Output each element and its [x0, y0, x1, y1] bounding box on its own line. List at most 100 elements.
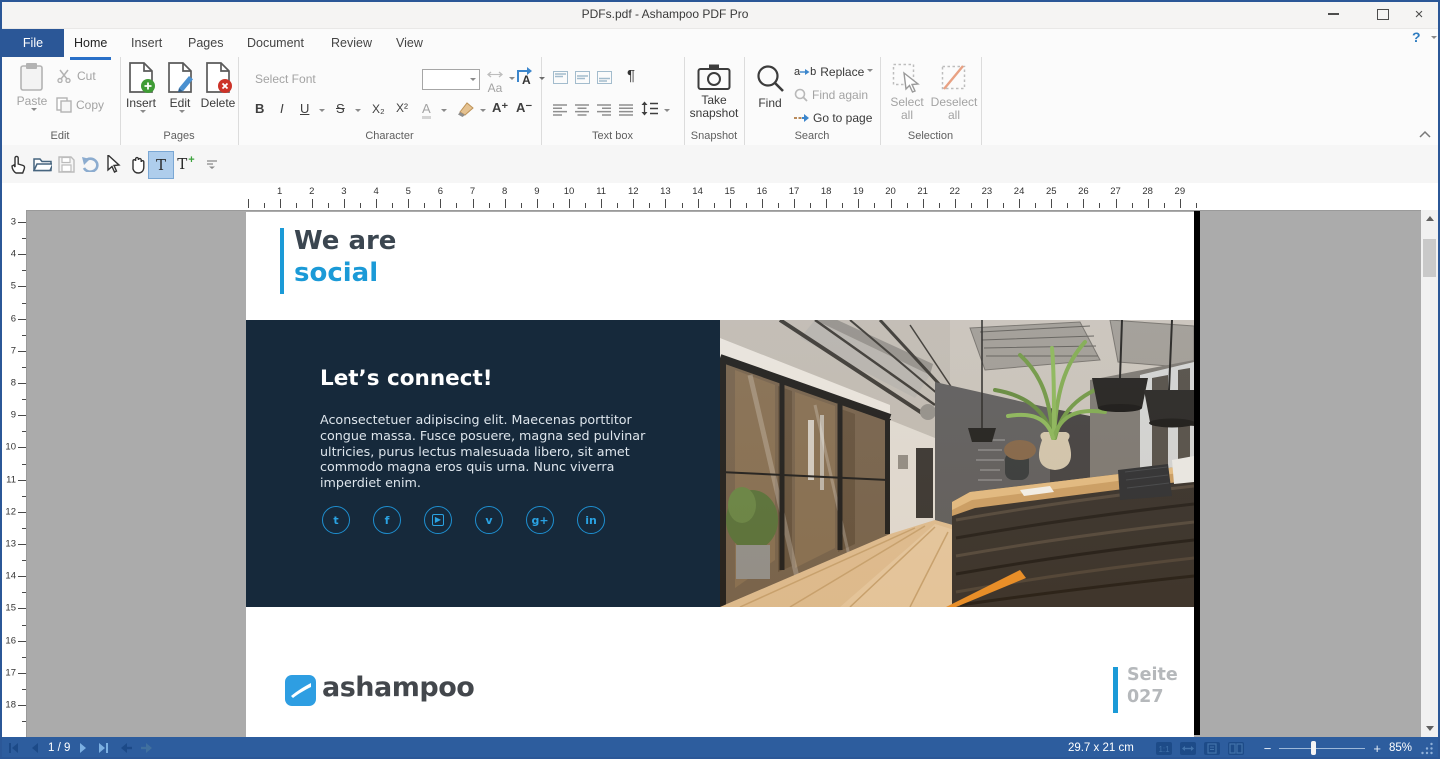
align-justify-button[interactable]: [619, 103, 634, 121]
go-to-page-button[interactable]: Go to page: [794, 111, 872, 125]
tab-file[interactable]: File: [2, 28, 64, 57]
deselect-all-button[interactable]: Deselect all: [930, 63, 978, 122]
zoom-slider[interactable]: [1279, 741, 1365, 755]
maximize-button[interactable]: [1368, 0, 1398, 28]
textbox-align-top-icon: [553, 71, 568, 84]
page-number-accent-bar: [1113, 667, 1118, 713]
align-center-button[interactable]: [575, 103, 590, 121]
tab-document[interactable]: Document: [243, 28, 308, 57]
underline-button[interactable]: U: [300, 101, 309, 116]
edit-page-button[interactable]: Edit: [163, 62, 197, 116]
group-label-pages: Pages: [120, 130, 238, 142]
text-select-tool-button[interactable]: T: [148, 151, 174, 179]
find-again-button[interactable]: Find again: [794, 88, 868, 102]
tab-home[interactable]: Home: [70, 28, 111, 60]
link-hand-tool-button[interactable]: [6, 151, 30, 177]
ribbon-group-character: Select Font Aa A B I U S X₂ X² A: [238, 57, 542, 145]
align-left-button[interactable]: [553, 103, 568, 121]
tab-insert[interactable]: Insert: [127, 28, 166, 57]
menu-bar: File Home Insert Pages Document Review V…: [0, 28, 1440, 57]
first-page-button[interactable]: [8, 743, 20, 753]
replace-button[interactable]: a b Replace: [794, 65, 873, 79]
textbox-align-top-button[interactable]: [553, 71, 568, 89]
brand-line1: We are: [294, 226, 396, 256]
line-spacing-button[interactable]: [641, 101, 658, 121]
strikethrough-button[interactable]: S: [336, 101, 345, 116]
next-page-button[interactable]: [79, 743, 89, 753]
actual-size-button[interactable]: 1:1: [1156, 742, 1172, 755]
save-button[interactable]: [54, 151, 78, 177]
superscript-button[interactable]: X²: [396, 101, 408, 115]
select-all-button[interactable]: Select all: [885, 63, 929, 122]
bold-button[interactable]: B: [255, 101, 264, 116]
paste-button[interactable]: Paste: [12, 62, 52, 114]
help-caret-icon[interactable]: [1431, 36, 1437, 42]
fit-width-button[interactable]: [1180, 742, 1196, 755]
v-ruler: 3456789101112131415161718: [0, 210, 27, 737]
zoom-in-button[interactable]: +: [1373, 742, 1381, 755]
scroll-up-button[interactable]: [1421, 210, 1438, 227]
open-file-button[interactable]: [30, 151, 54, 177]
scroll-down-button[interactable]: [1421, 720, 1438, 737]
cut-button[interactable]: Cut: [56, 69, 96, 83]
underline-color-button[interactable]: A: [422, 101, 431, 119]
pan-tool-button[interactable]: [126, 151, 150, 177]
next-view-button[interactable]: [141, 743, 154, 753]
last-page-button[interactable]: [98, 743, 110, 753]
pdf-page[interactable]: We are social Let’s connect! Aconsectetu…: [246, 212, 1194, 737]
find-button[interactable]: Find: [752, 64, 788, 110]
underline-caret-icon: [319, 109, 325, 115]
find-again-icon: [794, 88, 808, 102]
add-text-tool-button[interactable]: T +: [174, 151, 198, 177]
insert-page-button[interactable]: Insert: [123, 62, 159, 116]
line-spacing-icon: [641, 101, 658, 116]
collapse-ribbon-button[interactable]: [1418, 129, 1432, 139]
minimize-button[interactable]: [1318, 0, 1348, 28]
copy-button[interactable]: Copy: [56, 97, 104, 113]
add-text-icon: T: [177, 155, 187, 173]
paste-caret-icon: [31, 108, 37, 114]
page-number-value: 027: [1127, 686, 1178, 708]
scrollbar-thumb[interactable]: [1423, 239, 1436, 277]
tab-pages[interactable]: Pages: [184, 28, 227, 57]
single-page-view-button[interactable]: [1204, 742, 1220, 755]
textbox-align-bottom-button[interactable]: [597, 71, 612, 89]
subscript-button[interactable]: X₂: [372, 102, 385, 116]
zoom-slider-handle[interactable]: [1311, 741, 1316, 755]
close-button[interactable]: ×: [1404, 0, 1434, 28]
previous-page-button[interactable]: [29, 743, 39, 753]
resize-grip[interactable]: [1420, 741, 1434, 755]
title-bar: PDFs.pdf - Ashampoo PDF Pro ×: [0, 0, 1440, 29]
text-direction-button[interactable]: A: [515, 65, 535, 90]
office-photo: [720, 320, 1194, 607]
tab-review[interactable]: Review: [327, 28, 376, 57]
shrink-font-button[interactable]: A⁻: [516, 100, 532, 116]
delete-page-button[interactable]: Delete: [200, 62, 236, 110]
highlight-button[interactable]: [456, 101, 475, 123]
align-center-icon: [575, 104, 590, 116]
select-font-label: Select Font: [255, 72, 316, 86]
undo-button[interactable]: [78, 151, 102, 177]
tab-view[interactable]: View: [392, 28, 427, 57]
textbox-align-middle-icon: [575, 71, 590, 84]
align-right-button[interactable]: [597, 103, 612, 121]
twitter-icon: t: [322, 506, 350, 534]
toolbar-more-button[interactable]: [200, 151, 224, 177]
group-label-textbox: Text box: [541, 130, 684, 142]
grow-font-button[interactable]: A⁺: [492, 100, 508, 116]
previous-view-button[interactable]: [119, 743, 132, 753]
two-page-view-button[interactable]: [1228, 742, 1244, 755]
textbox-align-middle-button[interactable]: [575, 71, 590, 89]
font-size-combobox[interactable]: [422, 69, 480, 90]
italic-button[interactable]: I: [280, 101, 284, 116]
help-button[interactable]: ?: [1412, 29, 1421, 45]
highlight-caret-icon: [480, 109, 486, 115]
character-spacing-button[interactable]: Aa: [484, 65, 506, 95]
cut-icon: [56, 69, 72, 83]
zoom-out-button[interactable]: −: [1264, 742, 1272, 755]
select-tool-button[interactable]: [102, 151, 126, 177]
line-spacing-caret-icon: [664, 109, 670, 115]
vertical-scrollbar[interactable]: [1421, 210, 1438, 737]
take-snapshot-button[interactable]: Take snapshot: [686, 63, 742, 120]
pilcrow-button[interactable]: ¶: [627, 67, 635, 84]
